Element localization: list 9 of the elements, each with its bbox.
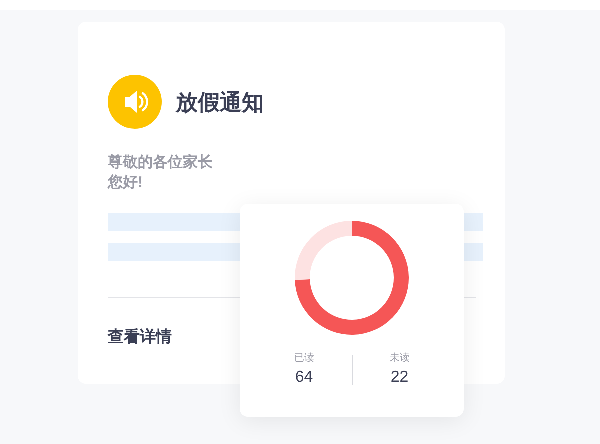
speaker-icon xyxy=(108,75,162,129)
details-link[interactable]: 查看详情 xyxy=(108,326,172,350)
stat-value: 64 xyxy=(295,368,314,388)
notice-title: 放假通知 xyxy=(176,88,264,116)
stat-label: 已读 xyxy=(294,353,314,365)
greeting-text: 尊敬的各位家长 xyxy=(108,153,214,173)
greeting-text: 您好! xyxy=(108,173,144,193)
stat-value: 22 xyxy=(390,368,409,388)
stat-label: 未读 xyxy=(390,353,410,365)
